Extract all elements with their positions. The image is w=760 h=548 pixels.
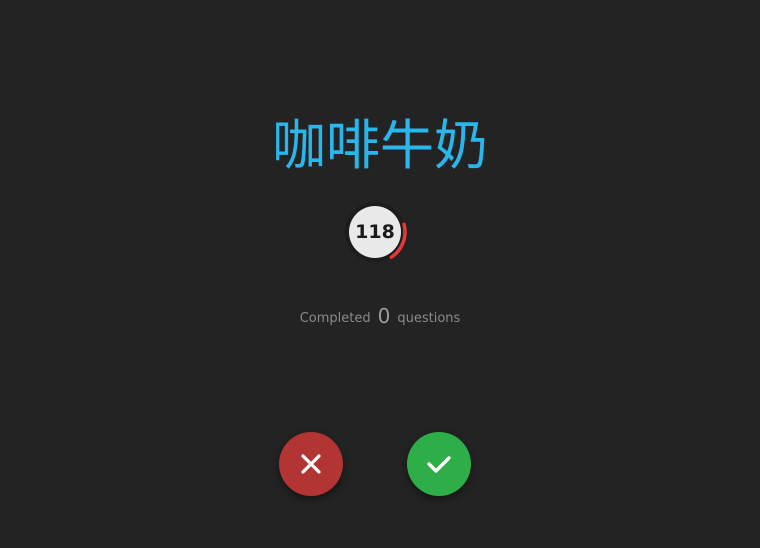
progress-status: Completed 0 questions: [0, 302, 760, 333]
close-icon: [301, 454, 321, 474]
check-icon: [427, 456, 451, 473]
quiz-screen: 咖啡牛奶 118 Completed 0 questions: [0, 0, 760, 548]
correct-answer-button[interactable]: [407, 432, 471, 496]
countdown-timer: 118: [343, 200, 409, 266]
wrong-answer-button[interactable]: [279, 432, 343, 496]
completed-count: 0: [377, 304, 391, 328]
flashcard-word: 咖啡牛奶: [272, 114, 488, 177]
progress-prefix: Completed: [299, 311, 371, 326]
progress-suffix: questions: [397, 311, 461, 326]
timer-value: 118: [355, 221, 395, 243]
